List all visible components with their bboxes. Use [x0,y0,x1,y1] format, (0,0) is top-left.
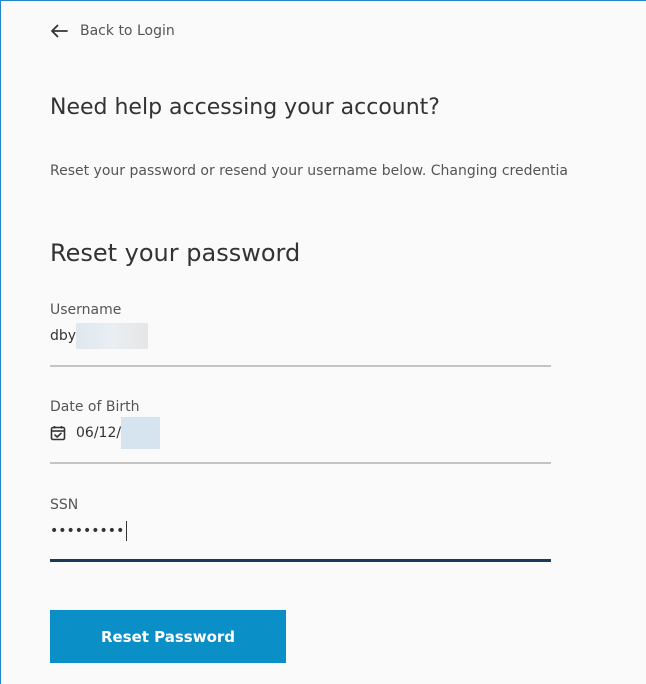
username-value: dby [50,328,77,344]
arrow-left-icon [51,24,68,38]
username-input[interactable]: dby [50,323,551,349]
calendar-check-icon[interactable] [50,425,66,441]
dob-input[interactable]: 06/12/ [50,417,551,449]
dob-field: Date of Birth 06/12/ [50,398,551,465]
reset-password-button[interactable]: Reset Password [50,610,286,663]
reset-section-title: Reset your password [50,239,301,267]
ssn-input[interactable]: ••••••••• [50,518,551,544]
username-label: Username [50,302,122,318]
ssn-field: SSN ••••••••• [50,496,551,563]
dob-label: Date of Birth [50,399,140,415]
page-frame: Back to Login Need help accessing your a… [0,0,646,684]
username-field: Username dby [50,301,551,368]
back-to-login-label: Back to Login [80,23,175,39]
ssn-label: SSN [50,497,79,513]
intro-text: Reset your password or resend your usern… [50,163,568,179]
page-title: Need help accessing your account? [50,95,440,120]
ssn-underline [50,559,551,562]
redacted-dob-block [121,417,161,449]
redacted-username-block [76,323,149,349]
back-to-login-link[interactable]: Back to Login [50,23,175,39]
ssn-masked-value: ••••••••• [50,523,125,539]
dob-value: 06/12/ [76,425,122,441]
dob-underline [50,462,551,464]
text-caret [126,521,128,541]
username-underline [50,365,551,367]
